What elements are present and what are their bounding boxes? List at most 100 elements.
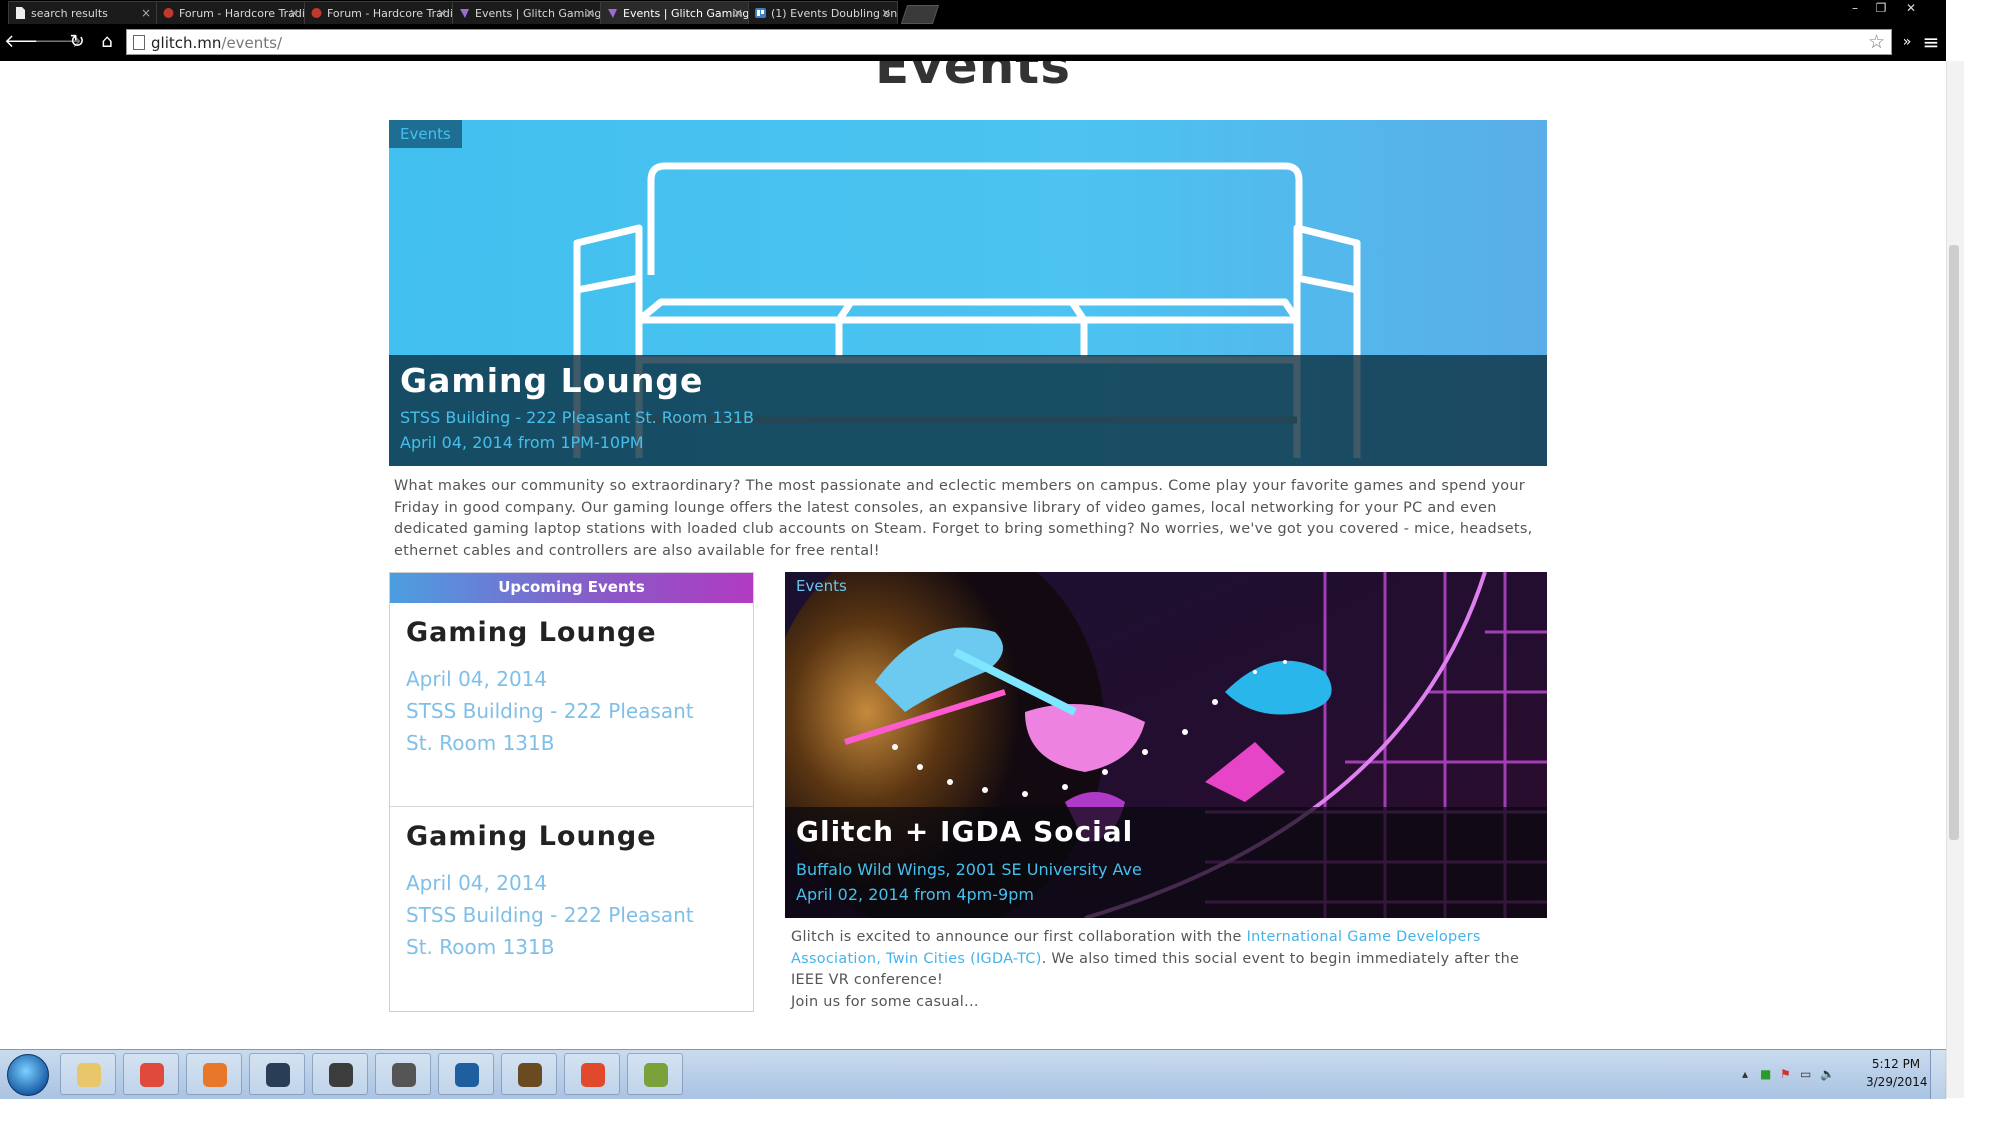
bookmark-star-icon[interactable]: ☆ (1868, 31, 1885, 53)
volume-icon[interactable]: 🔈 (1820, 1067, 1835, 1081)
explorer-icon (77, 1063, 101, 1087)
taskbar-app-app[interactable] (627, 1053, 683, 1095)
tab-close-icon[interactable]: × (881, 2, 891, 24)
taskbar-app-firefox[interactable] (186, 1053, 242, 1095)
show-hidden-icons-icon[interactable]: ▴ (1742, 1067, 1748, 1081)
forward-button[interactable]: 🡒 (34, 30, 82, 54)
secondary-event-description: Glitch is excited to announce our first … (791, 927, 1551, 1013)
taskbar-app-app[interactable] (501, 1053, 557, 1095)
extensions-overflow-button[interactable]: » (1894, 30, 1920, 54)
page-title: Events (875, 61, 1071, 95)
taskbar-app-app[interactable] (375, 1053, 431, 1095)
glitch-icon (460, 9, 469, 18)
event-description: What makes our community so extraordinar… (394, 478, 1533, 559)
upcoming-events-panel: Upcoming Events Gaming Lounge April 04, … (389, 572, 754, 1012)
git-icon (581, 1063, 605, 1087)
tab-close-icon[interactable]: × (141, 2, 151, 24)
event-location: STSS Building - 222 Pleasant St. Room 13… (400, 408, 754, 427)
system-clock[interactable]: 5:12 PM 3/29/2014 (1866, 1055, 1928, 1091)
tab-label: Events | Glitch Gaming (475, 7, 602, 20)
tab-label: Events | Glitch Gaming (623, 7, 750, 20)
back-button[interactable]: 🡐 (4, 30, 52, 54)
taskbar-app-git[interactable] (564, 1053, 620, 1095)
close-window-button[interactable]: ✕ (1898, 0, 1924, 16)
featured-event-card[interactable]: Events Gaming Lounge STSS Building - 222… (389, 120, 1547, 466)
upcoming-event-location-line2: St. Room 131B (406, 935, 555, 959)
windows-taskbar: ▴ ■ ⚑ ▭ 🔈 5:12 PM 3/29/2014 (0, 1049, 1946, 1099)
event-datetime: April 04, 2014 from 1PM-10PM (400, 433, 644, 452)
taskbar-app-app[interactable] (312, 1053, 368, 1095)
upcoming-event-item[interactable]: Gaming Lounge April 04, 2014 STSS Buildi… (390, 603, 753, 807)
event-caption-overlay: Gaming Lounge STSS Building - 222 Pleasa… (389, 355, 1547, 466)
tab-search-results[interactable]: search results × (8, 1, 158, 24)
tab-close-icon[interactable]: × (733, 2, 743, 24)
address-bar[interactable]: glitch.mn/events/ ☆ (126, 29, 1892, 55)
upcoming-event-item[interactable]: Gaming Lounge April 04, 2014 STSS Buildi… (390, 807, 753, 1010)
app-icon (644, 1063, 668, 1087)
clock-date: 3/29/2014 (1866, 1075, 1928, 1089)
description-more-text: Join us for some casual... (791, 993, 979, 1010)
event-category-badge[interactable]: Events (389, 120, 462, 148)
forum-icon (163, 8, 174, 18)
url-text: glitch.mn/events/ (151, 34, 282, 52)
page-scrollbar[interactable] (1946, 0, 2008, 1098)
scrollbar-thumb[interactable] (1949, 245, 1959, 840)
upcoming-event-date: April 04, 2014 (406, 871, 548, 895)
tab-trello[interactable]: (1) Events Doubling on ev × (748, 1, 898, 24)
upcoming-events-header: Upcoming Events (390, 573, 753, 603)
tab-close-icon[interactable]: × (437, 2, 447, 24)
taskbar-app-explorer[interactable] (60, 1053, 116, 1095)
clock-time: 5:12 PM (1871, 1057, 1921, 1071)
browser-tab-strip: search results × Forum - Hardcore Tradin… (0, 0, 1946, 24)
upcoming-event-title[interactable]: Gaming Lounge (406, 821, 657, 852)
upcoming-event-location: STSS Building - 222 Pleasant (406, 903, 694, 927)
app-icon (518, 1063, 542, 1087)
tab-close-icon[interactable]: × (289, 2, 299, 24)
url-host: glitch.mn (151, 34, 222, 52)
event-title[interactable]: Glitch + IGDA Social (796, 815, 1133, 848)
upcoming-event-title[interactable]: Gaming Lounge (406, 617, 657, 648)
app-icon (329, 1063, 353, 1087)
upcoming-event-date: April 04, 2014 (406, 667, 548, 691)
minimize-button[interactable]: – (1842, 0, 1868, 16)
upcoming-event-location: STSS Building - 222 Pleasant (406, 699, 694, 723)
event-location: Buffalo Wild Wings, 2001 SE University A… (796, 860, 1142, 879)
menu-button[interactable]: ≡ (1918, 30, 1944, 54)
trello-icon (755, 8, 766, 18)
url-path: /events/ (221, 34, 283, 52)
taskbar-app-steam[interactable] (249, 1053, 305, 1095)
security-shield-icon[interactable]: ■ (1760, 1067, 1771, 1081)
reload-button[interactable]: ↻ (64, 30, 90, 54)
upcoming-event-location-line2: St. Room 131B (406, 731, 555, 755)
tab-label: Forum - Hardcore Trading (179, 7, 306, 20)
tab-glitch-events-1[interactable]: Events | Glitch Gaming × (452, 1, 602, 24)
show-desktop-button[interactable] (1930, 1050, 1945, 1099)
event-category-badge[interactable]: Events (785, 572, 858, 600)
tab-label: Forum - Hardcore Trading (327, 7, 454, 20)
tab-glitch-events-active[interactable]: Events | Glitch Gaming × (600, 1, 750, 24)
new-tab-button[interactable] (900, 5, 940, 24)
page-icon (133, 35, 145, 50)
secondary-event-card[interactable]: Events Glitch + IGDA Social Buffalo Wild… (785, 572, 1547, 918)
event-title[interactable]: Gaming Lounge (400, 361, 703, 400)
tab-forum-2[interactable]: Forum - Hardcore Trading × (304, 1, 454, 24)
tab-label: search results (31, 7, 108, 20)
start-button[interactable] (7, 1054, 49, 1096)
network-icon[interactable]: ▭ (1800, 1067, 1811, 1081)
glitch-icon (608, 9, 617, 18)
tab-label: (1) Events Doubling on ev (771, 7, 898, 20)
taskbar-app-app[interactable] (438, 1053, 494, 1095)
tab-forum-1[interactable]: Forum - Hardcore Trading × (156, 1, 306, 24)
restore-button[interactable]: ❐ (1868, 0, 1894, 16)
page-content: Events Events Gaming Lounge STSS Buildin… (0, 61, 1946, 1098)
app-icon (455, 1063, 479, 1087)
page-icon (16, 7, 25, 19)
home-button[interactable]: ⌂ (94, 30, 120, 54)
action-center-flag-icon[interactable]: ⚑ (1780, 1067, 1791, 1081)
app-icon (392, 1063, 416, 1087)
tab-close-icon[interactable]: × (585, 2, 595, 24)
description-text: Glitch is excited to announce our first … (791, 929, 1247, 945)
taskbar-app-chrome[interactable] (123, 1053, 179, 1095)
firefox-icon (203, 1063, 227, 1087)
browser-toolbar: 🡐 🡒 ↻ ⌂ glitch.mn/events/ ☆ » ≡ (0, 24, 1946, 61)
